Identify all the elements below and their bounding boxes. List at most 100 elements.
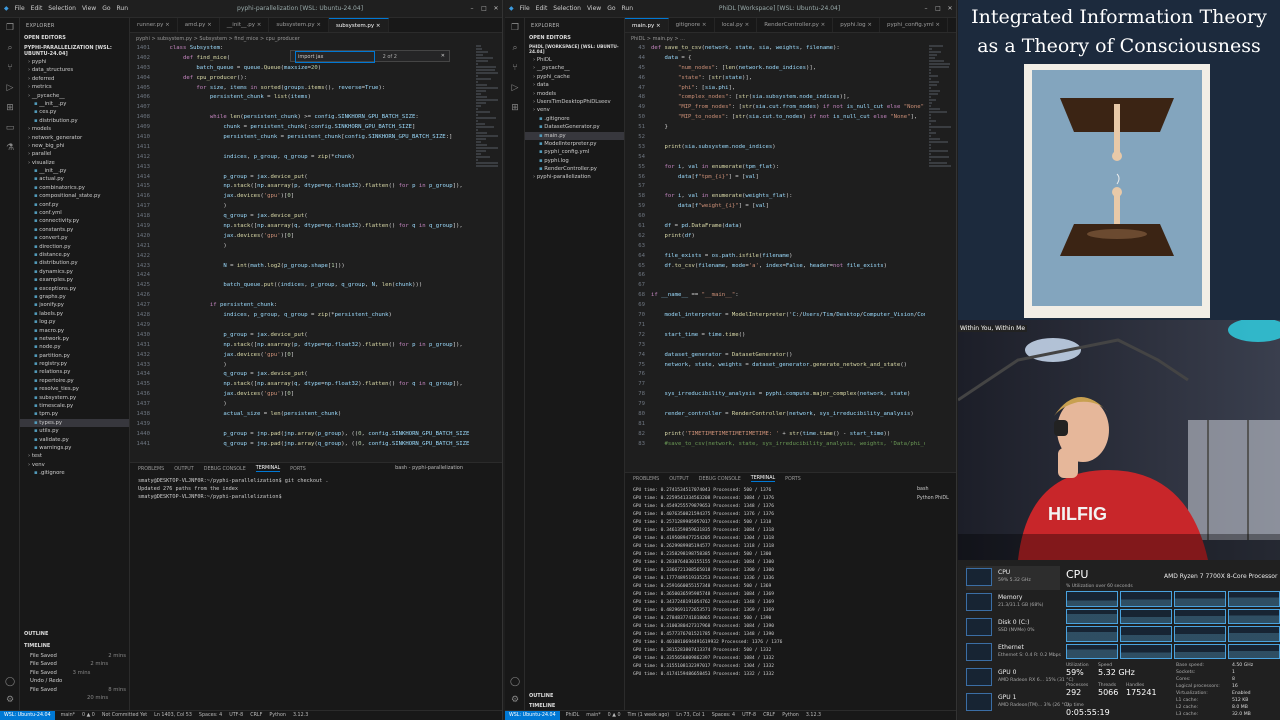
tree-item[interactable]: › __pycache__: [20, 92, 129, 100]
tree-item[interactable]: ▪ utils.py: [20, 427, 129, 435]
open-editors-section[interactable]: OPEN EDITORS: [20, 34, 129, 42]
panel-tab-output[interactable]: OUTPUT: [669, 477, 689, 482]
find-input[interactable]: import jax: [295, 51, 375, 63]
tab-close-icon[interactable]: ×: [205, 22, 212, 28]
status-item[interactable]: Python: [269, 713, 286, 718]
close-find-icon[interactable]: ✕: [441, 51, 445, 61]
close-icon[interactable]: ✕: [944, 5, 956, 12]
left-menu-bar[interactable]: File Edit Selection View Go Run: [15, 5, 134, 12]
timeline-item[interactable]: Undo / Redo 8 mins: [20, 677, 129, 692]
tree-item[interactable]: ▪ __init__.py: [20, 167, 129, 175]
outline-section[interactable]: OUTLINE: [525, 692, 624, 700]
manage-gear-icon[interactable]: ⚙: [0, 690, 20, 710]
extensions-icon[interactable]: ⊞: [505, 98, 525, 118]
tab-close-icon[interactable]: ×: [700, 22, 707, 28]
tree-item[interactable]: ▪ pyphi_config.yml: [525, 148, 624, 156]
find-widget[interactable]: import jax 2 of 2 ✕: [290, 50, 450, 63]
tab-close-icon[interactable]: ×: [743, 22, 750, 28]
status-item[interactable]: PhiDL: [566, 713, 580, 718]
status-item[interactable]: CRLF: [763, 713, 775, 718]
editor-tab[interactable]: amd.py ×: [178, 18, 220, 32]
editor-tab[interactable]: RenderController.py ×: [757, 18, 834, 32]
status-item[interactable]: Ln 73, Col 1: [676, 713, 705, 718]
tree-item[interactable]: ▪ distance.py: [20, 251, 129, 259]
timeline-item[interactable]: File Saved 3 mins: [20, 669, 129, 677]
status-item[interactable]: UTF-8: [229, 713, 243, 718]
tab-close-icon[interactable]: ×: [866, 22, 872, 28]
tree-item[interactable]: › UsersTimDesktopPhiDLseev: [525, 98, 624, 106]
left-code-editor[interactable]: 1401 class Subsystem: 1402 def find_mice(…: [130, 44, 473, 462]
status-item[interactable]: main*: [586, 713, 600, 718]
tree-item[interactable]: ▪ repertoire.py: [20, 377, 129, 385]
editor-tab[interactable]: subsystem.py ×: [269, 18, 329, 32]
tree-item[interactable]: › new_big_phi: [20, 142, 129, 150]
status-item[interactable]: 0 ▲ 0: [82, 713, 95, 718]
close-icon[interactable]: ✕: [490, 5, 502, 12]
tree-item[interactable]: ▪ tpm.py: [20, 410, 129, 418]
source-control-icon[interactable]: ⑂: [0, 58, 20, 78]
tab-close-icon[interactable]: ×: [934, 22, 940, 28]
tree-item[interactable]: ▪ dynamics.py: [20, 268, 129, 276]
menu-selection[interactable]: Selection: [48, 5, 76, 12]
perf-item-ethernet[interactable]: Ethernet Ethernet S: 0.4 R: 0.2 Mbps: [966, 641, 1061, 665]
tree-item[interactable]: ▪ actual.py: [20, 175, 129, 183]
menu-file[interactable]: File: [520, 5, 530, 12]
terminal-instance[interactable]: bash: [917, 487, 956, 496]
menu-edit[interactable]: Edit: [536, 5, 548, 12]
tree-item[interactable]: ▪ .gitignore: [20, 469, 129, 477]
tree-item[interactable]: ▪ conf.yml: [20, 209, 129, 217]
tree-item[interactable]: ▪ validate.py: [20, 436, 129, 444]
tree-item[interactable]: ▪ resolve_ties.py: [20, 385, 129, 393]
tree-item[interactable]: ▪ registry.py: [20, 360, 129, 368]
terminal-instance[interactable]: Python PhiDL: [917, 496, 956, 505]
window-controls[interactable]: – □ ✕: [466, 5, 502, 12]
panel-tab-ports[interactable]: PORTS: [290, 467, 306, 472]
tree-item[interactable]: ▪ DatasetGenerator.py: [525, 123, 624, 131]
tree-item[interactable]: › pyphi_cache: [525, 73, 624, 81]
editor-tab[interactable]: pyphi_config.yml ×: [880, 18, 949, 32]
remote-indicator[interactable]: WSL: Ubuntu-24.04: [505, 711, 560, 720]
tree-item[interactable]: ▪ relations.py: [20, 368, 129, 376]
account-icon[interactable]: ◯: [0, 672, 20, 692]
tree-item[interactable]: ▪ labels.py: [20, 310, 129, 318]
tree-item[interactable]: › metrics: [20, 83, 129, 91]
tree-item[interactable]: ▪ __init__.py: [20, 100, 129, 108]
tree-item[interactable]: ▪ examples.py: [20, 276, 129, 284]
mid-minimap[interactable]: [927, 44, 953, 469]
tab-close-icon[interactable]: ×: [374, 23, 381, 29]
tree-item[interactable]: › models: [20, 125, 129, 133]
editor-tab[interactable]: gitignore ×: [669, 18, 715, 32]
status-item[interactable]: UTF-8: [742, 713, 756, 718]
status-item[interactable]: 3.12.3: [806, 713, 821, 718]
menu-view[interactable]: View: [587, 5, 601, 12]
tree-item[interactable]: ▪ types.py: [20, 418, 129, 428]
search-icon[interactable]: ⌕: [0, 38, 20, 58]
tree-item[interactable]: ▪ distribution.py: [20, 117, 129, 125]
tree-item[interactable]: › visualize: [20, 159, 129, 167]
left-breadcrumb[interactable]: pyphi > subsystem.py > Subsystem > find_…: [136, 34, 496, 44]
panel-tab-output[interactable]: OUTPUT: [174, 467, 194, 472]
timeline-section[interactable]: TIMELINE: [525, 702, 624, 710]
editor-tab[interactable]: __init__.py ×: [220, 18, 270, 32]
tree-item[interactable]: › test: [20, 452, 129, 460]
panel-tab-terminal[interactable]: TERMINAL: [255, 466, 281, 472]
menu-file[interactable]: File: [15, 5, 25, 12]
outline-section[interactable]: OUTLINE: [20, 630, 129, 638]
tree-item[interactable]: ▪ graphs.py: [20, 293, 129, 301]
explorer-icon[interactable]: ❐: [505, 18, 525, 38]
tree-item[interactable]: › venv: [525, 106, 624, 114]
menu-go[interactable]: Go: [607, 5, 615, 12]
status-item[interactable]: Python: [782, 713, 799, 718]
tree-item[interactable]: ▪ pyphi.log: [525, 157, 624, 165]
menu-view[interactable]: View: [82, 5, 96, 12]
tree-item[interactable]: ▪ combinatorics.py: [20, 184, 129, 192]
mid-code-editor[interactable]: 43 def save_to_csv(network, state, sia, w…: [625, 44, 925, 469]
menu-run[interactable]: Run: [117, 5, 129, 12]
status-item[interactable]: Not Committed Yet: [102, 713, 147, 718]
tree-item[interactable]: › data: [525, 81, 624, 89]
tree-item[interactable]: ▪ ModelInterpreter.py: [525, 140, 624, 148]
timeline-section[interactable]: TIMELINE: [20, 642, 129, 650]
perf-item-gpu-0[interactable]: GPU 0 AMD Radeon RX 6... 15% (31 °C): [966, 666, 1074, 690]
status-item[interactable]: 3.12.3: [293, 713, 308, 718]
panel-tab-debug-console[interactable]: DEBUG CONSOLE: [699, 477, 741, 482]
